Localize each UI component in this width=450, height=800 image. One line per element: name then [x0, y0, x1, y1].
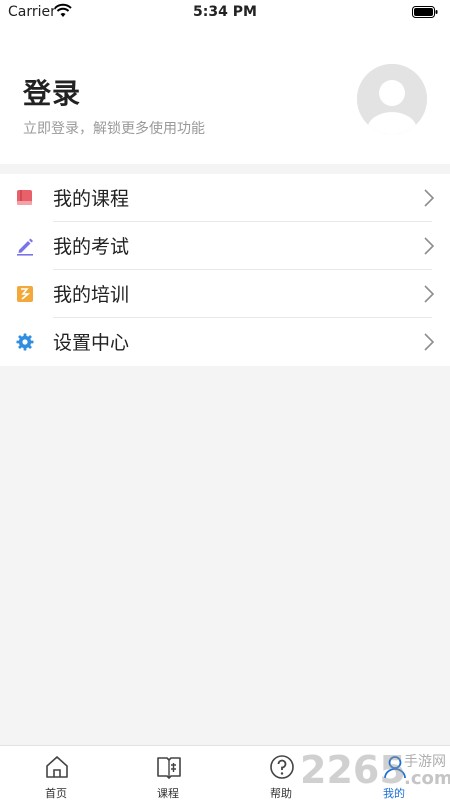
- login-title[interactable]: 登录: [23, 72, 81, 112]
- default-avatar-icon: [357, 64, 427, 134]
- menu-list: 我的课程 我的考试 我的培训 设置中心: [0, 174, 450, 366]
- book-icon: [157, 757, 181, 779]
- help-icon: [270, 755, 294, 779]
- menu-item-settings[interactable]: 设置中心: [0, 318, 450, 366]
- training-icon: [17, 286, 33, 302]
- chevron-right-icon: [424, 189, 435, 207]
- avatar[interactable]: [357, 64, 427, 134]
- chevron-right-icon: [424, 237, 435, 255]
- menu-item-my-training[interactable]: 我的培训: [0, 270, 450, 318]
- tab-label: 课程: [157, 787, 179, 800]
- chevron-right-icon: [424, 285, 435, 303]
- status-time: 5:34 PM: [193, 4, 257, 20]
- menu-item-label: 设置中心: [53, 332, 130, 354]
- status-bar: Carrier 5:34 PM: [0, 0, 450, 24]
- course-book-icon: [17, 190, 32, 205]
- tab-courses[interactable]: 课程: [112, 746, 224, 800]
- menu-item-label: 我的课程: [53, 188, 130, 210]
- home-icon: [46, 756, 68, 778]
- menu-item-my-exams[interactable]: 我的考试: [0, 222, 450, 270]
- menu-item-my-courses[interactable]: 我的课程: [0, 174, 450, 222]
- menu-item-label: 我的培训: [53, 284, 130, 306]
- login-subtitle: 立即登录，解锁更多使用功能: [23, 121, 205, 137]
- watermark-text-bottom: .com: [404, 768, 450, 789]
- chevron-right-icon: [424, 333, 435, 351]
- pencil-icon: [17, 238, 33, 256]
- battery-icon: [412, 6, 438, 18]
- login-header[interactable]: 登录 立即登录，解锁更多使用功能: [0, 24, 450, 164]
- tab-label: 首页: [45, 787, 67, 800]
- tab-home[interactable]: 首页: [0, 746, 112, 800]
- gear-icon: [16, 333, 34, 351]
- watermark-logo: 2265 手游网 .com: [300, 748, 450, 796]
- watermark-number: 2265: [300, 748, 406, 792]
- menu-item-label: 我的考试: [53, 236, 130, 258]
